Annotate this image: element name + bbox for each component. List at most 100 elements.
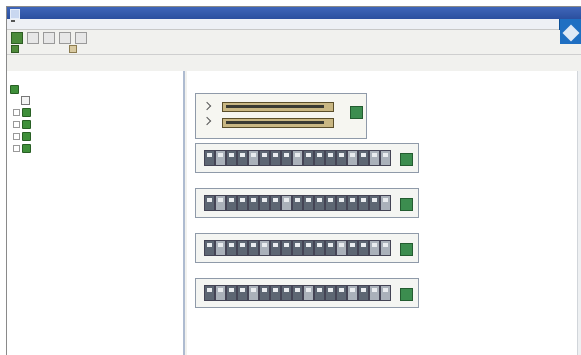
drive-slot[interactable]	[237, 285, 248, 301]
drive-slot[interactable]	[237, 240, 248, 256]
drive-slot[interactable]	[248, 285, 259, 301]
controller-panel[interactable]	[195, 93, 367, 139]
drive-slot[interactable]	[358, 195, 369, 211]
drive-slot[interactable]	[281, 285, 292, 301]
drive-slot[interactable]	[369, 285, 380, 301]
drive-slot[interactable]	[292, 285, 303, 301]
drive-slot[interactable]	[347, 240, 358, 256]
drive-slot[interactable]	[314, 195, 325, 211]
help-icon[interactable]	[75, 32, 87, 44]
properties-icon[interactable]	[59, 32, 71, 44]
drive-slot[interactable]	[259, 195, 270, 211]
drive-slot[interactable]	[380, 285, 391, 301]
enclosure-4[interactable]	[195, 278, 419, 308]
drive-slot[interactable]	[248, 240, 259, 256]
drive-slot[interactable]	[325, 150, 336, 166]
enclosure-2[interactable]	[195, 188, 419, 218]
drive-slot[interactable]	[281, 150, 292, 166]
drive-slot[interactable]	[369, 195, 380, 211]
drive-slot[interactable]	[380, 150, 391, 166]
drive-slot[interactable]	[226, 150, 237, 166]
toolbar-button-2[interactable]	[69, 44, 79, 53]
drive-slot[interactable]	[347, 195, 358, 211]
drive-slot[interactable]	[303, 240, 314, 256]
expand-icon[interactable]	[13, 132, 20, 140]
drive-slot[interactable]	[380, 195, 391, 211]
drive-slot[interactable]	[347, 150, 358, 166]
drive-slot[interactable]	[358, 285, 369, 301]
drive-slot[interactable]	[303, 150, 314, 166]
drive-slot[interactable]	[369, 150, 380, 166]
drive-slot[interactable]	[259, 285, 270, 301]
drive-slot[interactable]	[325, 285, 336, 301]
drive-slot[interactable]	[336, 285, 347, 301]
enclosure-3[interactable]	[195, 233, 419, 263]
enclosure-1[interactable]	[195, 143, 419, 173]
drive-slot[interactable]	[358, 240, 369, 256]
drive-slot[interactable]	[270, 240, 281, 256]
drive-slot[interactable]	[215, 150, 226, 166]
enclosure-status-icon[interactable]	[400, 243, 413, 256]
drive-slot[interactable]	[204, 285, 215, 301]
drive-slot[interactable]	[215, 240, 226, 256]
drive-slot[interactable]	[248, 150, 259, 166]
tree-item-subsystem-2[interactable]	[13, 119, 33, 129]
drive-slot[interactable]	[204, 195, 215, 211]
drive-slot[interactable]	[314, 240, 325, 256]
drive-slot[interactable]	[292, 150, 303, 166]
refresh-icon[interactable]	[11, 32, 23, 44]
drive-slot[interactable]	[325, 240, 336, 256]
vertical-scrollbar[interactable]	[577, 71, 581, 355]
expand-arrow-icon[interactable]	[202, 101, 212, 111]
tree-item-subsystem-3[interactable]	[13, 131, 33, 141]
drive-slot[interactable]	[325, 195, 336, 211]
drive-slot[interactable]	[369, 240, 380, 256]
tree-item-subsystem-4[interactable]	[13, 143, 33, 153]
drive-slot[interactable]	[303, 195, 314, 211]
drive-slot[interactable]	[292, 195, 303, 211]
tree-item-subsystem-1[interactable]	[13, 107, 33, 117]
save-icon[interactable]	[27, 32, 39, 44]
drive-slot[interactable]	[204, 240, 215, 256]
drive-slot[interactable]	[259, 240, 270, 256]
enclosure-status-icon[interactable]	[400, 198, 413, 211]
drive-slot[interactable]	[358, 150, 369, 166]
drive-slot[interactable]	[292, 240, 303, 256]
tree-item-root[interactable]	[10, 84, 21, 94]
drive-slot[interactable]	[204, 150, 215, 166]
expand-arrow-icon[interactable]	[202, 116, 212, 126]
enclosure-status-icon[interactable]	[400, 288, 413, 301]
drive-slot[interactable]	[270, 195, 281, 211]
controller-status-icon[interactable]	[350, 106, 363, 119]
drive-slot[interactable]	[281, 195, 292, 211]
drive-slot[interactable]	[281, 240, 292, 256]
drive-slot[interactable]	[347, 285, 358, 301]
drive-slot[interactable]	[314, 150, 325, 166]
drive-slot[interactable]	[259, 150, 270, 166]
drive-slot[interactable]	[226, 195, 237, 211]
expand-icon[interactable]	[13, 144, 20, 152]
drive-slot[interactable]	[215, 195, 226, 211]
drive-slot[interactable]	[336, 240, 347, 256]
menu-item-1[interactable]	[11, 20, 15, 22]
controller-bar-1[interactable]	[222, 102, 334, 112]
drive-slot[interactable]	[336, 150, 347, 166]
drive-slot[interactable]	[314, 285, 325, 301]
drive-slot[interactable]	[215, 285, 226, 301]
expand-icon[interactable]	[13, 120, 20, 128]
drive-slot[interactable]	[303, 285, 314, 301]
toolbar-button-1[interactable]	[11, 44, 21, 53]
tree-item-server[interactable]	[21, 95, 32, 105]
drive-slot[interactable]	[270, 285, 281, 301]
controller-bar-2[interactable]	[222, 118, 334, 128]
drive-slot[interactable]	[237, 195, 248, 211]
drive-slot[interactable]	[226, 240, 237, 256]
drive-slot[interactable]	[226, 285, 237, 301]
print-icon[interactable]	[43, 32, 55, 44]
drive-slot[interactable]	[237, 150, 248, 166]
drive-slot[interactable]	[270, 150, 281, 166]
expand-icon[interactable]	[13, 108, 20, 116]
enclosure-status-icon[interactable]	[400, 153, 413, 166]
drive-slot[interactable]	[248, 195, 259, 211]
drive-slot[interactable]	[336, 195, 347, 211]
